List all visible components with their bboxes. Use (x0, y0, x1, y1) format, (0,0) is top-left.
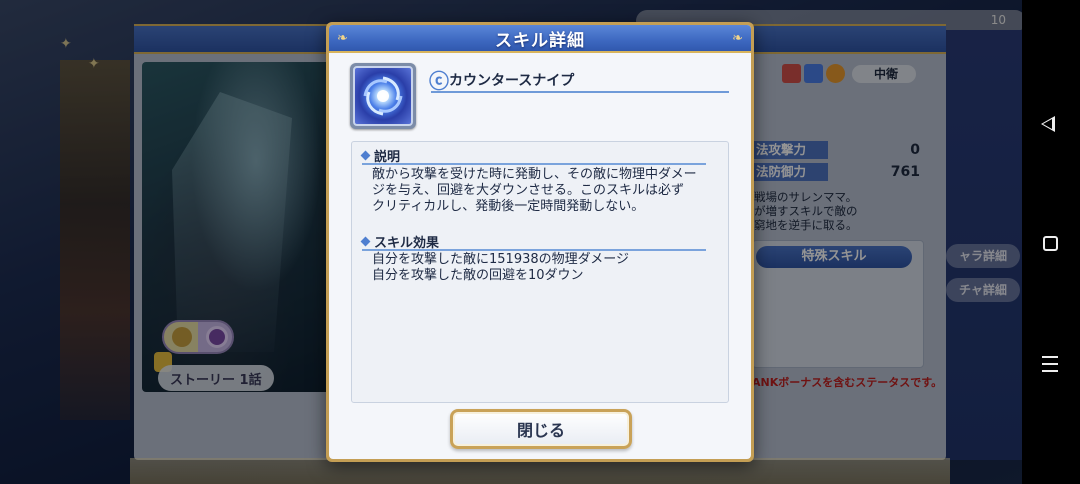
description-line: 敵から攻撃を受けた時に発動し、その敵に物理中ダメー (372, 167, 697, 182)
skill-name-row: ⓒ カウンタースナイプ (429, 67, 729, 93)
recents-icon[interactable] (1042, 356, 1058, 377)
effect-heading: スキル効果 (362, 232, 706, 251)
effect-text: 自分を攻撃した敵に151938の物理ダメージ 自分を攻撃した敵の回避を10ダウン (372, 252, 722, 284)
home-icon[interactable] (1043, 236, 1058, 251)
skill-icon-frame (350, 63, 416, 129)
ornament-icon: ❧ (732, 31, 743, 46)
skill-detail-modal: ❧ スキル詳細 ❧ ⓒ カウンタースナイプ 説明 敵から攻撃を受けた時に発動し、… (326, 22, 754, 462)
close-button[interactable]: 閉じる (450, 409, 632, 449)
description-text: 敵から攻撃を受けた時に発動し、その敵に物理中ダメー ジを与え、回避を大ダウンさせ… (372, 167, 722, 215)
description-heading: 説明 (362, 146, 706, 165)
effect-line: 自分を攻撃した敵の回避を10ダウン (372, 268, 584, 283)
modal-title: スキル詳細 (495, 30, 585, 51)
vortex-skill-icon (353, 66, 413, 126)
modal-body: ❧ スキル詳細 ❧ ⓒ カウンタースナイプ 説明 敵から攻撃を受けた時に発動し、… (329, 25, 751, 459)
description-line: クリティカルし、発動後一定時間発動しない。 (372, 199, 645, 214)
vortex-icon (363, 76, 403, 116)
back-icon[interactable] (1041, 116, 1055, 132)
ornament-icon: ❧ (337, 31, 348, 46)
skill-content-box[interactable]: 説明 敵から攻撃を受けた時に発動し、その敵に物理中ダメー ジを与え、回避を大ダウ… (351, 141, 729, 403)
effect-line: 自分を攻撃した敵に151938の物理ダメージ (372, 252, 629, 267)
curl-icon: ⓒ (429, 69, 449, 93)
modal-header: ❧ スキル詳細 ❧ (329, 25, 751, 53)
description-line: ジを与え、回避を大ダウンさせる。このスキルは必ず (372, 183, 685, 198)
skill-name: カウンタースナイプ (449, 73, 575, 89)
